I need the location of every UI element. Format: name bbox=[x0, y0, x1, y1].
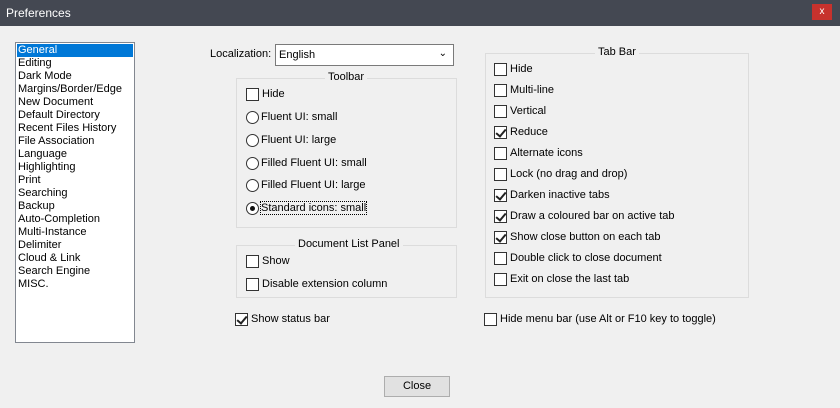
toolbar-option-fluent-large[interactable]: Fluent UI: large bbox=[246, 133, 336, 147]
category-item-highlighting[interactable]: Highlighting bbox=[17, 161, 133, 174]
close-button[interactable]: Close bbox=[384, 376, 450, 397]
tabbar-darken-checkbox[interactable] bbox=[494, 188, 507, 202]
tabbar-alternate-icons-option[interactable]: Alternate icons bbox=[494, 146, 583, 160]
filled-fluent-small-label: Filled Fluent UI: small bbox=[261, 157, 367, 169]
tabbar-reduce-option[interactable]: Reduce bbox=[494, 125, 548, 139]
category-item-search-engine[interactable]: Search Engine bbox=[17, 265, 133, 278]
toolbar-option-filled-small[interactable]: Filled Fluent UI: small bbox=[246, 156, 367, 170]
tabbar-coloured-bar-label: Draw a coloured bar on active tab bbox=[510, 210, 675, 222]
tabbar-lock-checkbox[interactable] bbox=[494, 167, 507, 181]
doclist-show-checkbox[interactable] bbox=[246, 254, 259, 268]
tabbar-close-button-checkbox[interactable] bbox=[494, 230, 507, 244]
tab-bar-group-title: Tab Bar bbox=[595, 46, 639, 58]
category-item-delimiter[interactable]: Delimiter bbox=[17, 239, 133, 252]
toolbar-option-standard-small[interactable]: Standard icons: small bbox=[246, 201, 368, 215]
title-bar: Preferences x bbox=[0, 0, 840, 26]
tabbar-exit-last-label: Exit on close the last tab bbox=[510, 273, 630, 285]
tabbar-exit-last-checkbox[interactable] bbox=[494, 272, 507, 286]
filled-fluent-small-radio[interactable] bbox=[246, 156, 259, 170]
tabbar-hide-label: Hide bbox=[510, 63, 533, 75]
doclist-disable-ext-checkbox[interactable] bbox=[246, 277, 259, 291]
doclist-show-label: Show bbox=[262, 255, 290, 267]
category-item-misc[interactable]: MISC. bbox=[17, 278, 133, 291]
tabbar-vertical-option[interactable]: Vertical bbox=[494, 104, 546, 118]
tabbar-alternate-icons-label: Alternate icons bbox=[510, 147, 583, 159]
doclist-disable-ext-label: Disable extension column bbox=[262, 278, 388, 290]
toolbar-option-fluent-small[interactable]: Fluent UI: small bbox=[246, 110, 337, 124]
tabbar-multiline-label: Multi-line bbox=[510, 84, 555, 96]
window-title: Preferences bbox=[6, 6, 71, 20]
tabbar-lock-label: Lock (no drag and drop) bbox=[510, 168, 628, 180]
category-list[interactable]: General Editing Dark Mode Margins/Border… bbox=[15, 42, 135, 343]
category-item-print[interactable]: Print bbox=[17, 174, 133, 187]
tabbar-hide-option[interactable]: Hide bbox=[494, 62, 533, 76]
category-item-default-directory[interactable]: Default Directory bbox=[17, 109, 133, 122]
fluent-large-radio[interactable] bbox=[246, 133, 259, 147]
tabbar-darken-label: Darken inactive tabs bbox=[510, 189, 610, 201]
hide-menu-bar-option[interactable]: Hide menu bar (use Alt or F10 key to tog… bbox=[484, 312, 716, 326]
window-close-button[interactable]: x bbox=[812, 4, 832, 20]
show-status-bar-label: Show status bar bbox=[251, 313, 330, 325]
tabbar-lock-option[interactable]: Lock (no drag and drop) bbox=[494, 167, 627, 181]
tabbar-hide-checkbox[interactable] bbox=[494, 62, 507, 76]
tabbar-vertical-label: Vertical bbox=[510, 105, 547, 117]
tabbar-double-click-label: Double click to close document bbox=[510, 252, 662, 264]
localization-value: English bbox=[279, 49, 316, 61]
standard-icons-small-label: Standard icons: small bbox=[259, 201, 368, 215]
toolbar-group: Toolbar Hide Fluent UI: small Fluent UI:… bbox=[236, 71, 457, 228]
category-item-multi-instance[interactable]: Multi-Instance bbox=[17, 226, 133, 239]
doclist-disable-ext-option[interactable]: Disable extension column bbox=[246, 277, 387, 291]
tabbar-darken-option[interactable]: Darken inactive tabs bbox=[494, 188, 610, 202]
category-item-backup[interactable]: Backup bbox=[17, 200, 133, 213]
tabbar-alternate-icons-checkbox[interactable] bbox=[494, 146, 507, 160]
category-item-editing[interactable]: Editing bbox=[17, 57, 133, 70]
toolbar-hide-option[interactable]: Hide bbox=[246, 87, 285, 101]
tabbar-vertical-checkbox[interactable] bbox=[494, 104, 507, 118]
fluent-small-label: Fluent UI: small bbox=[261, 111, 338, 123]
category-item-new-document[interactable]: New Document bbox=[17, 96, 133, 109]
tabbar-exit-last-option[interactable]: Exit on close the last tab bbox=[494, 272, 629, 286]
category-item-recent-files[interactable]: Recent Files History bbox=[17, 122, 133, 135]
show-status-bar-checkbox[interactable] bbox=[235, 312, 248, 326]
tab-bar-group: Tab Bar Hide Multi-line Vertical Reduce … bbox=[485, 46, 749, 298]
standard-icons-small-radio[interactable] bbox=[246, 201, 259, 215]
tabbar-multiline-checkbox[interactable] bbox=[494, 83, 507, 97]
toolbar-hide-label: Hide bbox=[262, 88, 285, 100]
tabbar-coloured-bar-checkbox[interactable] bbox=[494, 209, 507, 223]
category-item-auto-completion[interactable]: Auto-Completion bbox=[17, 213, 133, 226]
hide-menu-bar-label: Hide menu bar (use Alt or F10 key to tog… bbox=[500, 313, 716, 325]
hide-menu-bar-checkbox[interactable] bbox=[484, 312, 497, 326]
toolbar-hide-checkbox[interactable] bbox=[246, 87, 259, 101]
category-item-file-association[interactable]: File Association bbox=[17, 135, 133, 148]
tabbar-double-click-option[interactable]: Double click to close document bbox=[494, 251, 662, 265]
localization-label: Localization: bbox=[210, 48, 272, 60]
category-item-general[interactable]: General bbox=[17, 44, 133, 57]
document-list-panel-group: Document List Panel Show Disable extensi… bbox=[236, 238, 457, 298]
localization-select[interactable]: English ⌄ bbox=[275, 44, 454, 66]
doclist-show-option[interactable]: Show bbox=[246, 254, 290, 268]
category-item-cloud-link[interactable]: Cloud & Link bbox=[17, 252, 133, 265]
tabbar-double-click-checkbox[interactable] bbox=[494, 251, 507, 265]
document-list-panel-title: Document List Panel bbox=[295, 238, 403, 250]
fluent-large-label: Fluent UI: large bbox=[261, 134, 337, 146]
toolbar-option-filled-large[interactable]: Filled Fluent UI: large bbox=[246, 178, 366, 192]
tabbar-close-button-label: Show close button on each tab bbox=[510, 231, 661, 243]
category-item-searching[interactable]: Searching bbox=[17, 187, 133, 200]
show-status-bar-option[interactable]: Show status bar bbox=[235, 312, 330, 326]
chevron-down-icon: ⌄ bbox=[438, 48, 447, 59]
filled-fluent-large-label: Filled Fluent UI: large bbox=[261, 179, 366, 191]
tabbar-close-button-option[interactable]: Show close button on each tab bbox=[494, 230, 660, 244]
tabbar-reduce-label: Reduce bbox=[510, 126, 548, 138]
category-item-dark-mode[interactable]: Dark Mode bbox=[17, 70, 133, 83]
tabbar-multiline-option[interactable]: Multi-line bbox=[494, 83, 554, 97]
category-item-language[interactable]: Language bbox=[17, 148, 133, 161]
toolbar-group-title: Toolbar bbox=[325, 71, 368, 83]
filled-fluent-large-radio[interactable] bbox=[246, 178, 259, 192]
category-item-margins[interactable]: Margins/Border/Edge bbox=[17, 83, 133, 96]
tabbar-reduce-checkbox[interactable] bbox=[494, 125, 507, 139]
tabbar-coloured-bar-option[interactable]: Draw a coloured bar on active tab bbox=[494, 209, 674, 223]
fluent-small-radio[interactable] bbox=[246, 110, 259, 124]
